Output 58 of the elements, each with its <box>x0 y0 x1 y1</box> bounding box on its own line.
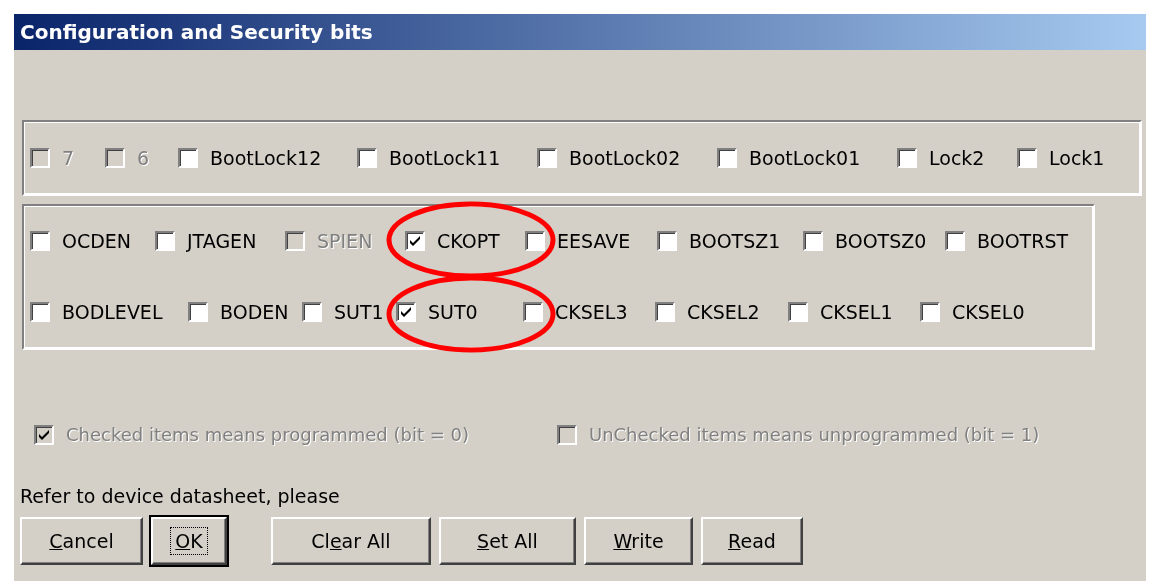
checkbox-label: EESAVE <box>557 230 631 252</box>
checkbox[interactable] <box>523 302 543 322</box>
checkbox[interactable] <box>525 231 545 251</box>
checkbox[interactable] <box>803 231 823 251</box>
checkbox[interactable] <box>357 148 377 168</box>
checkbox-label: BootLock11 <box>389 147 501 169</box>
check-mark-icon <box>409 235 421 247</box>
dialog-button[interactable]: Write <box>584 517 693 565</box>
checkbox-label: BODEN <box>220 301 289 323</box>
checkbox[interactable] <box>657 231 677 251</box>
checkbox-label: CKSEL2 <box>687 301 760 323</box>
dialog-button[interactable]: Cancel <box>20 517 143 565</box>
checkbox-label: 7 <box>62 147 75 169</box>
checkbox[interactable] <box>655 302 675 322</box>
checkbox[interactable] <box>537 148 557 168</box>
note-text: Refer to device datasheet, please <box>20 485 341 507</box>
checkbox[interactable] <box>155 231 175 251</box>
window-title: Configuration and Security bits <box>20 20 373 44</box>
checkbox-label: 6 <box>137 147 150 169</box>
dialog-button[interactable]: OK <box>151 517 227 565</box>
checkbox[interactable] <box>897 148 917 168</box>
checkbox-label: CKSEL0 <box>952 301 1025 323</box>
checkbox-label: CKSEL1 <box>820 301 893 323</box>
checkbox-label: CKSEL3 <box>555 301 628 323</box>
checkbox-label: SPIEN <box>317 230 373 252</box>
checkbox[interactable] <box>405 231 425 251</box>
checkbox[interactable] <box>788 302 808 322</box>
dialog-button[interactable]: Set All <box>439 517 576 565</box>
checkbox[interactable] <box>717 148 737 168</box>
checkbox-label: SUT1 <box>334 301 384 323</box>
checkbox-label: CKOPT <box>437 230 500 252</box>
checkbox-label: SUT0 <box>428 301 478 323</box>
checkbox-label: BOOTRST <box>977 230 1069 252</box>
checkbox-label: BODLEVEL <box>62 301 163 323</box>
checkbox-label: BootLock12 <box>210 147 322 169</box>
checkbox-label: BootLock01 <box>749 147 861 169</box>
checkbox-label: OCDEN <box>62 230 132 252</box>
checkbox-label: JTAGEN <box>187 230 257 252</box>
checkbox-label: Lock2 <box>929 147 985 169</box>
check-mark-icon <box>400 306 412 318</box>
checkbox[interactable] <box>396 302 416 322</box>
checkbox[interactable] <box>302 302 322 322</box>
checkbox-label: BootLock02 <box>569 147 681 169</box>
dialog-button[interactable]: Read <box>701 517 803 565</box>
check-mark-icon <box>38 428 50 441</box>
checkbox[interactable] <box>30 302 50 322</box>
checkbox[interactable] <box>30 231 50 251</box>
checkbox-label: UnChecked items means unprogrammed (bit = 1) <box>588 424 1040 445</box>
checkbox-label: Checked items means programmed (bit = 0) <box>66 424 469 445</box>
checkbox[interactable] <box>188 302 208 322</box>
checkbox[interactable] <box>178 148 198 168</box>
checkbox-label: BOOTSZ0 <box>835 230 927 252</box>
checkbox-label: BOOTSZ1 <box>689 230 781 252</box>
checkbox[interactable] <box>920 302 940 322</box>
checkbox-label: Lock1 <box>1049 147 1105 169</box>
dialog-button[interactable]: Clear All <box>271 517 431 565</box>
checkbox[interactable] <box>945 231 965 251</box>
checkbox[interactable] <box>1017 148 1037 168</box>
